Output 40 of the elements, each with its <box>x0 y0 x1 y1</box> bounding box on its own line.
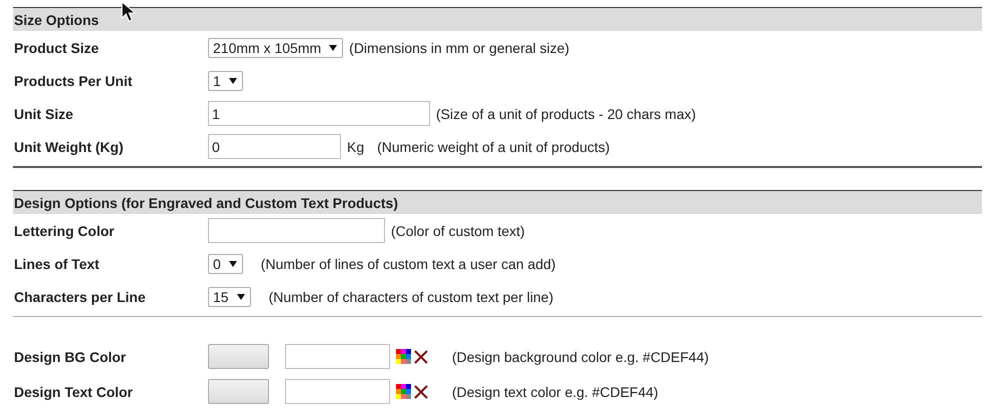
palette-icon[interactable] <box>396 349 411 364</box>
section-header: Design Options (for Engraved and Custom Text Products) <box>13 190 982 214</box>
field-label: Unit Size <box>13 106 74 122</box>
hint-text: (Design background color e.g. #CDEF44) <box>452 348 709 364</box>
hint-text: (Size of a unit of products - 20 chars max) <box>436 106 696 122</box>
color-swatch-button[interactable] <box>208 379 269 404</box>
clear-icon[interactable] <box>414 384 428 398</box>
hint-text: (Number of lines of custom text a user can add) <box>260 256 556 272</box>
caret-icon <box>236 294 245 300</box>
section-header: Size Options <box>13 7 982 31</box>
field-label: Lines of Text <box>13 256 100 272</box>
color-field[interactable] <box>285 379 390 404</box>
color-field[interactable] <box>285 344 390 369</box>
caret-icon <box>228 78 237 84</box>
field-label: Design BG Color <box>13 348 128 364</box>
unit-label: Kg <box>347 138 364 154</box>
dropdown[interactable]: 0 <box>208 254 243 274</box>
field-label: Unit Weight (Kg) <box>13 138 124 154</box>
field-label: Characters per Line <box>13 288 146 304</box>
cursor-icon <box>121 1 137 23</box>
palette-icon[interactable] <box>396 384 411 399</box>
field-label: Design Text Color <box>13 384 134 400</box>
field-label: Product Size <box>13 40 100 56</box>
text-field[interactable] <box>208 218 385 243</box>
dropdown[interactable]: 1 <box>208 70 243 90</box>
hint-text: (Dimensions in mm or general size) <box>349 40 570 56</box>
caret-icon <box>329 44 338 50</box>
text-field[interactable]: 0 <box>208 134 341 159</box>
hint-text: (Numeric weight of a unit of products) <box>377 138 610 154</box>
clear-icon[interactable] <box>414 350 428 364</box>
caret-icon <box>228 260 237 266</box>
dropdown[interactable]: 15 <box>208 286 251 306</box>
field-label: Products Per Unit <box>13 72 134 88</box>
hint-text: (Color of custom text) <box>391 222 525 238</box>
dropdown[interactable]: 210mm x 105mm <box>208 38 344 58</box>
hint-text: (Design text color e.g. #CDEF44) <box>452 384 658 400</box>
color-swatch-button[interactable] <box>208 344 269 369</box>
field-label: Lettering Color <box>13 222 116 238</box>
hint-text: (Number of characters of custom text per line) <box>268 288 554 304</box>
text-field[interactable]: 1 <box>208 101 430 126</box>
